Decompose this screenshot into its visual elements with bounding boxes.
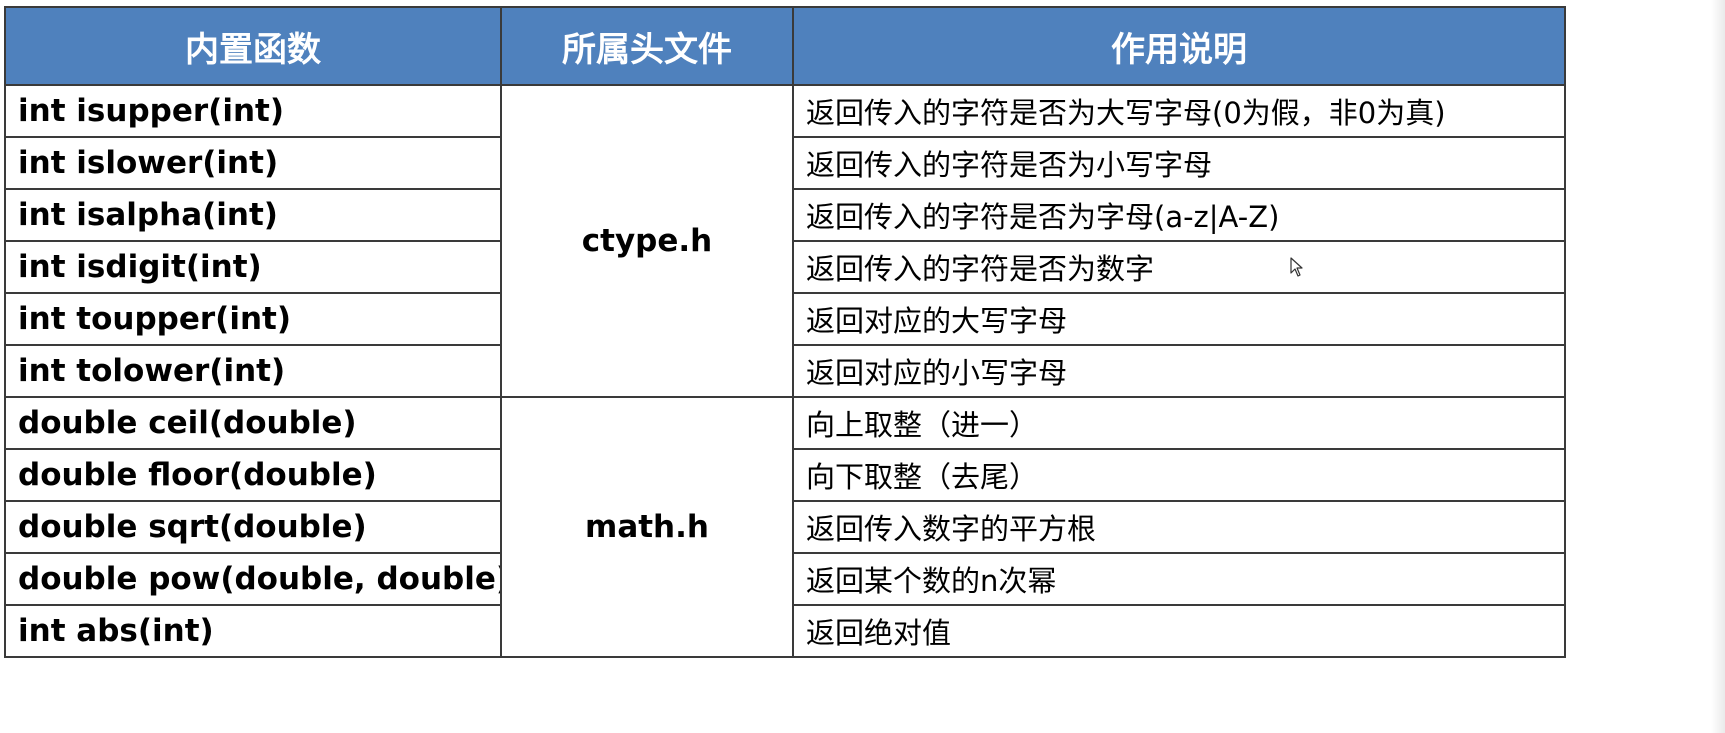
function-description: 返回传入的字符是否为数字 xyxy=(792,240,1566,294)
function-table: 内置函数 所属头文件 作用说明 int isupper(int) ctype.h… xyxy=(4,6,1566,658)
function-description: 返回某个数的n次幂 xyxy=(792,552,1566,606)
function-description: 返回传入的字符是否为大写字母(0为假，非0为真) xyxy=(792,84,1566,138)
function-description: 返回绝对值 xyxy=(792,604,1566,658)
function-name: double ceil(double) xyxy=(4,396,502,450)
header-description: 作用说明 xyxy=(792,6,1566,86)
function-name: double pow(double, double) xyxy=(4,552,502,606)
function-description: 返回传入的字符是否为字母(a-z|A-Z) xyxy=(792,188,1566,242)
table-row: double ceil(double) math.h 向上取整（进一） xyxy=(4,396,1566,658)
table-row: int isupper(int) ctype.h 返回传入的字符是否为大写字母(… xyxy=(4,84,1566,398)
function-description: 向上取整（进一） xyxy=(792,396,1566,450)
table-header-row: 内置函数 所属头文件 作用说明 xyxy=(4,6,1566,86)
function-description: 返回对应的大写字母 xyxy=(792,292,1566,346)
function-name: int abs(int) xyxy=(4,604,502,658)
function-name: int tolower(int) xyxy=(4,344,502,398)
function-name: double floor(double) xyxy=(4,448,502,502)
function-description: 返回对应的小写字母 xyxy=(792,344,1566,398)
edge-shadow xyxy=(1711,0,1725,733)
function-name: double sqrt(double) xyxy=(4,500,502,554)
header-builtin-function: 内置函数 xyxy=(4,6,502,86)
function-description: 向下取整（去尾） xyxy=(792,448,1566,502)
function-name: int toupper(int) xyxy=(4,292,502,346)
function-name: int isalpha(int) xyxy=(4,188,502,242)
function-name: int isdigit(int) xyxy=(4,240,502,294)
function-name: int isupper(int) xyxy=(4,84,502,138)
header-header-file: 所属头文件 xyxy=(500,6,794,86)
slide: 内置函数 所属头文件 作用说明 int isupper(int) ctype.h… xyxy=(0,0,1725,733)
function-description: 返回传入数字的平方根 xyxy=(792,500,1566,554)
function-name: int islower(int) xyxy=(4,136,502,190)
header-file-cell: ctype.h xyxy=(500,84,794,398)
header-file-cell: math.h xyxy=(500,396,794,658)
function-description: 返回传入的字符是否为小写字母 xyxy=(792,136,1566,190)
mouse-pointer-icon xyxy=(1290,257,1303,277)
